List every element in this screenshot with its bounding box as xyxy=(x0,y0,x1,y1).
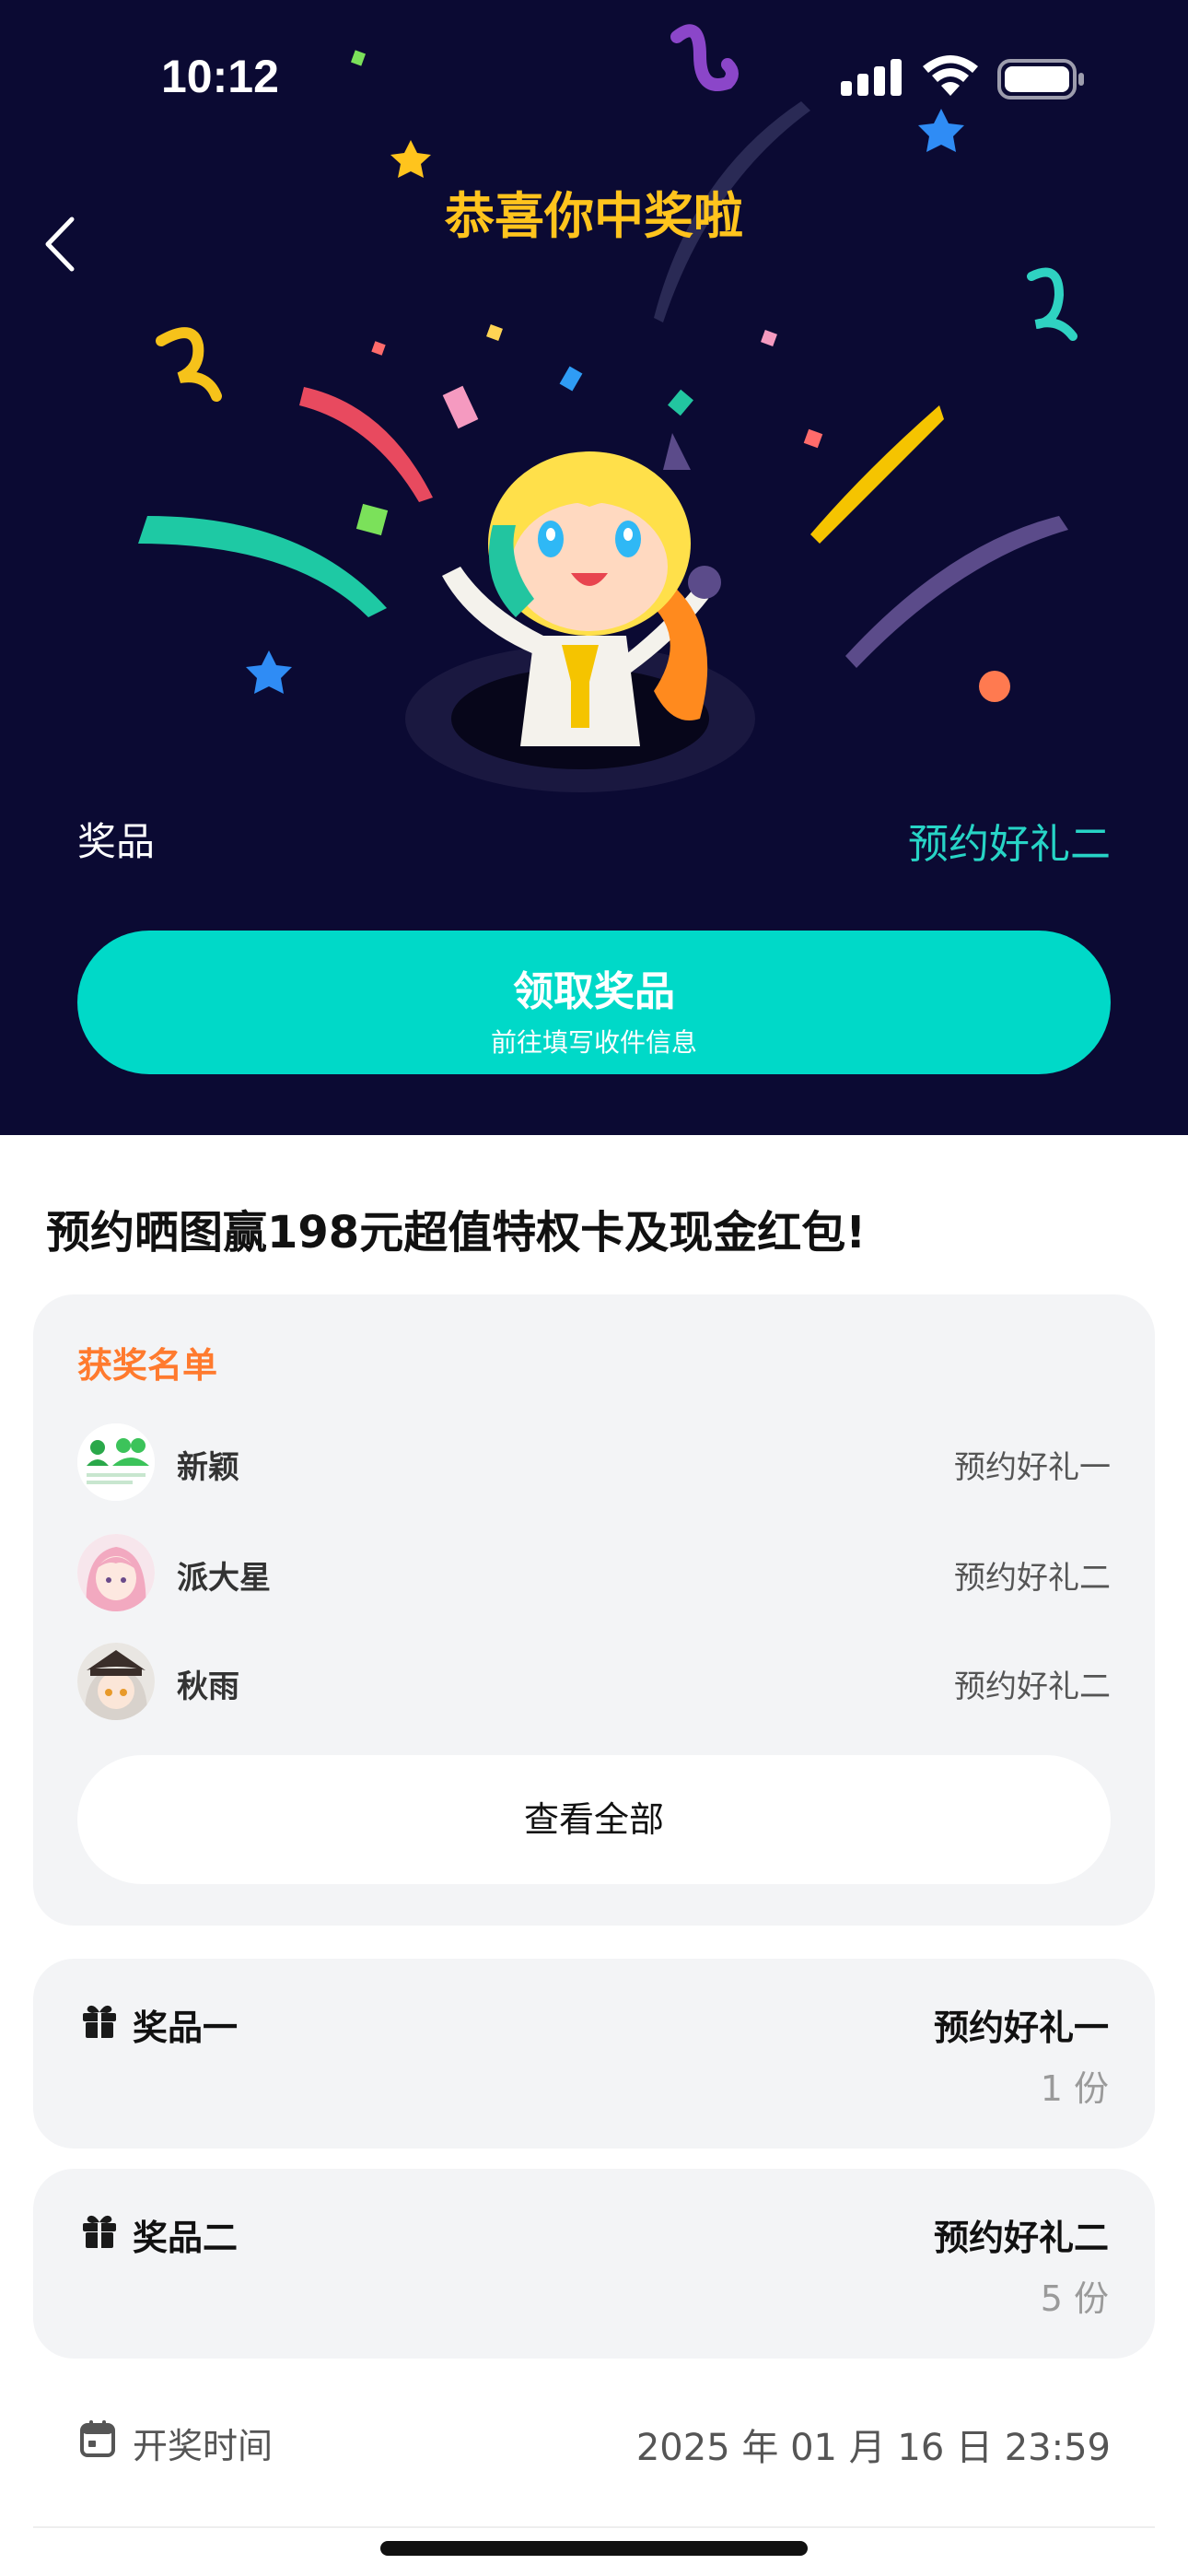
prize-card-quantity: 1 份 xyxy=(1040,2068,1109,2109)
hero-banner: 10:12 恭喜你中奖啦 奖品 预约好礼二 领取奖品 前往填写收件信息 xyxy=(0,0,1188,1135)
gift-icon xyxy=(83,2005,116,2038)
winner-name: 派大星 xyxy=(177,1560,271,1597)
battery-icon xyxy=(997,59,1084,100)
prize-card: 奖品二 预约好礼二 5 份 xyxy=(33,2169,1155,2359)
status-bar: 10:12 xyxy=(0,0,1188,138)
draw-time-row: 开奖时间 2025 年 01 月 16 日 23:59 xyxy=(79,2414,1111,2469)
gift-icon xyxy=(83,2215,116,2248)
prize-row: 奖品 预约好礼二 xyxy=(77,811,1111,868)
winners-card: 获奖名单 新颖 预约好礼一 派大星 预约好礼二 秋雨 预约好礼二 查看全部 xyxy=(33,1294,1155,1926)
status-time: 10:12 xyxy=(161,51,279,102)
prize-card-quantity: 5 份 xyxy=(1040,2278,1109,2319)
wifi-icon xyxy=(923,55,978,96)
avatar xyxy=(77,1534,155,1611)
prize-label: 奖品 xyxy=(77,819,156,864)
page-title: 恭喜你中奖啦 xyxy=(445,187,743,245)
winner-prize: 预约好礼二 xyxy=(954,1669,1111,1705)
winner-prize: 预约好礼二 xyxy=(954,1560,1111,1597)
divider xyxy=(33,2526,1155,2528)
winner-row[interactable]: 秋雨 预约好礼二 xyxy=(77,1643,1111,1722)
home-indicator[interactable] xyxy=(380,2541,808,2556)
prize-card-name: 奖品二 xyxy=(133,2218,239,2258)
prize-value: 预约好礼二 xyxy=(908,821,1111,868)
prize-card: 奖品一 预约好礼一 1 份 xyxy=(33,1959,1155,2149)
winner-row[interactable]: 派大星 预约好礼二 xyxy=(77,1534,1111,1613)
claim-button-subtitle: 前往填写收件信息 xyxy=(490,1027,697,1058)
view-all-button[interactable]: 查看全部 xyxy=(77,1755,1111,1884)
avatar xyxy=(77,1643,155,1720)
signal-icon xyxy=(841,59,902,96)
prize-card-name: 奖品一 xyxy=(133,2008,239,2048)
claim-prize-button[interactable]: 领取奖品 前往填写收件信息 xyxy=(77,931,1111,1074)
calendar-icon xyxy=(80,2420,115,2457)
winner-name: 新颖 xyxy=(177,1449,239,1486)
draw-time-value: 2025 年 01 月 16 日 23:59 xyxy=(635,2427,1111,2469)
winners-heading: 获奖名单 xyxy=(77,1345,218,1386)
claim-button-title: 领取奖品 xyxy=(513,968,675,1015)
prize-card-title: 预约好礼一 xyxy=(933,2008,1109,2048)
prize-card-title: 预约好礼二 xyxy=(933,2218,1109,2258)
winner-prize: 预约好礼一 xyxy=(954,1449,1111,1486)
event-title: 预约晒图赢198元超值特权卡及现金红包! xyxy=(46,1207,867,1259)
winner-row[interactable]: 新颖 预约好礼一 xyxy=(77,1423,1111,1503)
mascot-illustration xyxy=(405,433,755,792)
avatar xyxy=(77,1423,155,1501)
draw-time-label: 开奖时间 xyxy=(133,2426,274,2466)
winner-name: 秋雨 xyxy=(177,1669,239,1705)
